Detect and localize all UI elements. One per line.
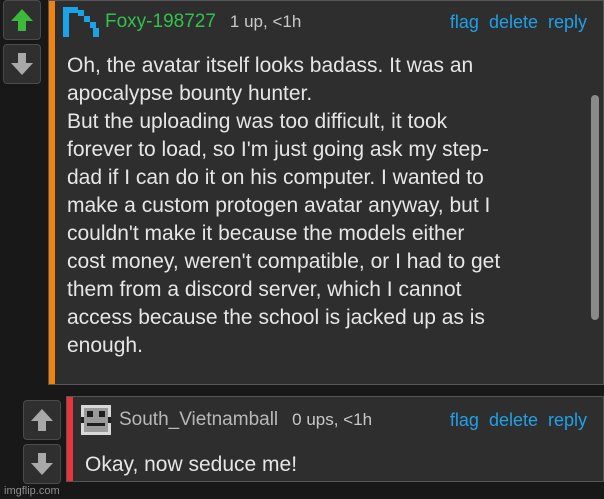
- comment-1: Foxy-198727 1 up, <1h flag delete reply …: [48, 0, 604, 385]
- flag-link[interactable]: flag: [450, 410, 479, 431]
- comment-2-actions: flag delete reply: [450, 410, 587, 431]
- comment-1-body: Oh, the avatar itself looks badass. It w…: [67, 54, 501, 357]
- pixel-robot-avatar-icon[interactable]: [81, 405, 111, 435]
- arrow-down-icon: [31, 453, 53, 475]
- arrow-up-icon: [31, 409, 53, 431]
- delete-link[interactable]: delete: [489, 410, 538, 431]
- comment-1-header: Foxy-198727 1 up, <1h: [63, 7, 301, 37]
- comment-1-thread-stripe: [49, 1, 55, 384]
- comment-2-username[interactable]: South_Vietnamball: [119, 409, 278, 431]
- comment1-vote-column: [2, 0, 42, 88]
- comment-1-username[interactable]: Foxy-198727: [105, 11, 216, 33]
- upvote-button[interactable]: [23, 400, 61, 440]
- upvote-button[interactable]: [3, 0, 41, 40]
- comment2-vote-column: [22, 400, 62, 488]
- comment-1-actions: flag delete reply: [450, 12, 587, 33]
- arrow-down-icon: [11, 53, 33, 75]
- comment-1-meta: 1 up, <1h: [229, 12, 302, 31]
- delete-link[interactable]: delete: [489, 12, 538, 33]
- flag-link[interactable]: flag: [450, 12, 479, 33]
- comment-2-header: South_Vietnamball 0 ups, <1h: [81, 405, 372, 435]
- comment-2-thread-stripe: [67, 397, 73, 481]
- downvote-button[interactable]: [23, 444, 61, 484]
- downvote-button[interactable]: [3, 44, 41, 84]
- reply-link[interactable]: reply: [548, 410, 587, 431]
- comment-2-meta: 0 ups, <1h: [292, 410, 373, 429]
- comment-1-scrollbar[interactable]: [591, 95, 599, 320]
- comment-2-body: Okay, now seduce me!: [85, 453, 298, 476]
- arrow-up-icon: [11, 9, 33, 31]
- reply-link[interactable]: reply: [548, 12, 587, 33]
- comment-2: South_Vietnamball 0 ups, <1h flag delete…: [66, 396, 604, 482]
- pixel-fox-avatar-icon[interactable]: [63, 7, 99, 37]
- imgflip-watermark: imgflip.com: [4, 485, 60, 497]
